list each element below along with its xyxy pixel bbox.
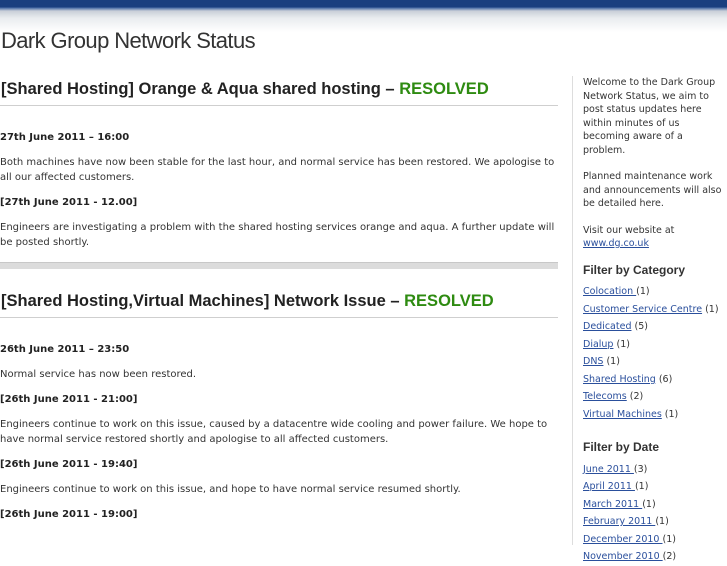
date-item: June 2011 (3) xyxy=(583,461,727,479)
date-item: April 2011 (1) xyxy=(583,478,727,496)
category-item: Virtual Machines (1) xyxy=(583,406,727,424)
date-item: February 2011 (1) xyxy=(583,513,727,531)
date-count: (3) xyxy=(633,463,648,475)
date-item: March 2011 (1) xyxy=(583,496,727,514)
category-link[interactable]: Shared Hosting xyxy=(583,374,656,385)
post-title[interactable]: [Shared Hosting] Orange & Aqua shared ho… xyxy=(0,80,558,106)
welcome-text: Welcome to the Dark Group Network Status… xyxy=(583,77,716,156)
entry-timestamp: [27th June 2011 - 12.00] xyxy=(0,197,138,208)
status-resolved: RESOLVED xyxy=(404,292,494,310)
category-link[interactable]: Virtual Machines xyxy=(583,409,662,420)
visit-text: Visit our website at www.dg.co.uk xyxy=(583,224,727,251)
category-item: Customer Service Centre (1) xyxy=(583,301,727,319)
category-link[interactable]: Dedicated xyxy=(583,321,631,332)
date-list: June 2011 (3) April 2011 (1) March 2011 … xyxy=(583,461,727,566)
category-count: (1) xyxy=(702,303,719,315)
category-link[interactable]: Dialup xyxy=(583,339,613,350)
post-separator xyxy=(0,262,558,269)
date-link[interactable]: November 2010 xyxy=(583,551,663,562)
date-link[interactable]: March 2011 xyxy=(583,499,642,510)
category-item: DNS (1) xyxy=(583,353,727,371)
category-count: (1) xyxy=(661,408,679,420)
category-item: Dialup (1) xyxy=(583,336,727,354)
date-link[interactable]: June 2011 xyxy=(583,464,634,475)
post: [Shared Hosting,Virtual Machines] Networ… xyxy=(0,292,558,520)
entry-timestamp: [26th June 2011 - 21:00] xyxy=(0,394,138,405)
main-content: [Shared Hosting] Orange & Aqua shared ho… xyxy=(0,72,558,520)
date-link[interactable]: February 2011 xyxy=(583,516,655,527)
post: [Shared Hosting] Orange & Aqua shared ho… xyxy=(0,80,558,250)
category-count: (2) xyxy=(626,391,644,402)
site-title: Dark Group Network Status xyxy=(1,28,256,53)
entry-text: Engineers are investigating a problem wi… xyxy=(0,222,555,248)
date-item: November 2010 (2) xyxy=(583,548,727,566)
entry-text: Engineers continue to work on this issue… xyxy=(0,419,548,445)
entry-timestamp: [26th June 2011 - 19:40] xyxy=(0,459,138,470)
date-count: (1) xyxy=(634,481,649,492)
date-item: December 2010 (1) xyxy=(583,531,727,549)
entry-timestamp: 26th June 2011 – 23:50 xyxy=(0,344,130,355)
category-link[interactable]: Telecoms xyxy=(583,391,627,402)
post-title[interactable]: [Shared Hosting,Virtual Machines] Networ… xyxy=(0,292,558,318)
date-count: (1) xyxy=(655,516,669,527)
date-count: (2) xyxy=(662,551,677,562)
website-link[interactable]: www.dg.co.uk xyxy=(583,238,649,249)
category-count: (1) xyxy=(613,338,630,350)
entry-text: Both machines have now been stable for t… xyxy=(0,157,555,183)
category-count: (6) xyxy=(655,373,673,385)
entry-text: Normal service has now been restored. xyxy=(0,369,197,380)
post-title-text[interactable]: [Shared Hosting] Orange & Aqua shared ho… xyxy=(1,80,399,98)
category-count: (1) xyxy=(603,356,620,367)
date-count: (1) xyxy=(662,533,676,545)
entry-timestamp: 27th June 2011 – 16:00 xyxy=(0,132,130,143)
filter-category-heading: Filter by Category xyxy=(583,262,686,277)
category-link[interactable]: Colocation xyxy=(583,286,636,297)
category-item: Dedicated (5) xyxy=(583,318,727,336)
post-title-text[interactable]: [Shared Hosting,Virtual Machines] Networ… xyxy=(1,292,404,310)
sidebar: Welcome to the Dark Group Network Status… xyxy=(572,76,727,562)
category-count: (5) xyxy=(631,321,648,332)
entry-text: Engineers continue to work on this issue… xyxy=(0,484,461,495)
filter-date-heading: Filter by Date xyxy=(583,440,660,454)
entry-timestamp: [26th June 2011 - 19:00] xyxy=(0,509,138,520)
category-link[interactable]: Customer Service Centre xyxy=(583,304,702,315)
visit-label: Visit our website at xyxy=(583,224,675,236)
date-link[interactable]: April 2011 xyxy=(583,481,635,492)
status-resolved: RESOLVED xyxy=(399,80,489,98)
category-item: Colocation (1) xyxy=(583,283,727,301)
category-item: Telecoms (2) xyxy=(583,388,727,406)
date-count: (1) xyxy=(642,498,656,510)
category-list: Colocation (1) Customer Service Centre (… xyxy=(583,283,727,423)
category-item: Shared Hosting (6) xyxy=(583,371,727,389)
category-count: (1) xyxy=(636,286,650,297)
planned-text: Planned maintenance work and announcemen… xyxy=(583,171,722,209)
category-link[interactable]: DNS xyxy=(583,356,603,367)
date-link[interactable]: December 2010 xyxy=(583,534,662,545)
